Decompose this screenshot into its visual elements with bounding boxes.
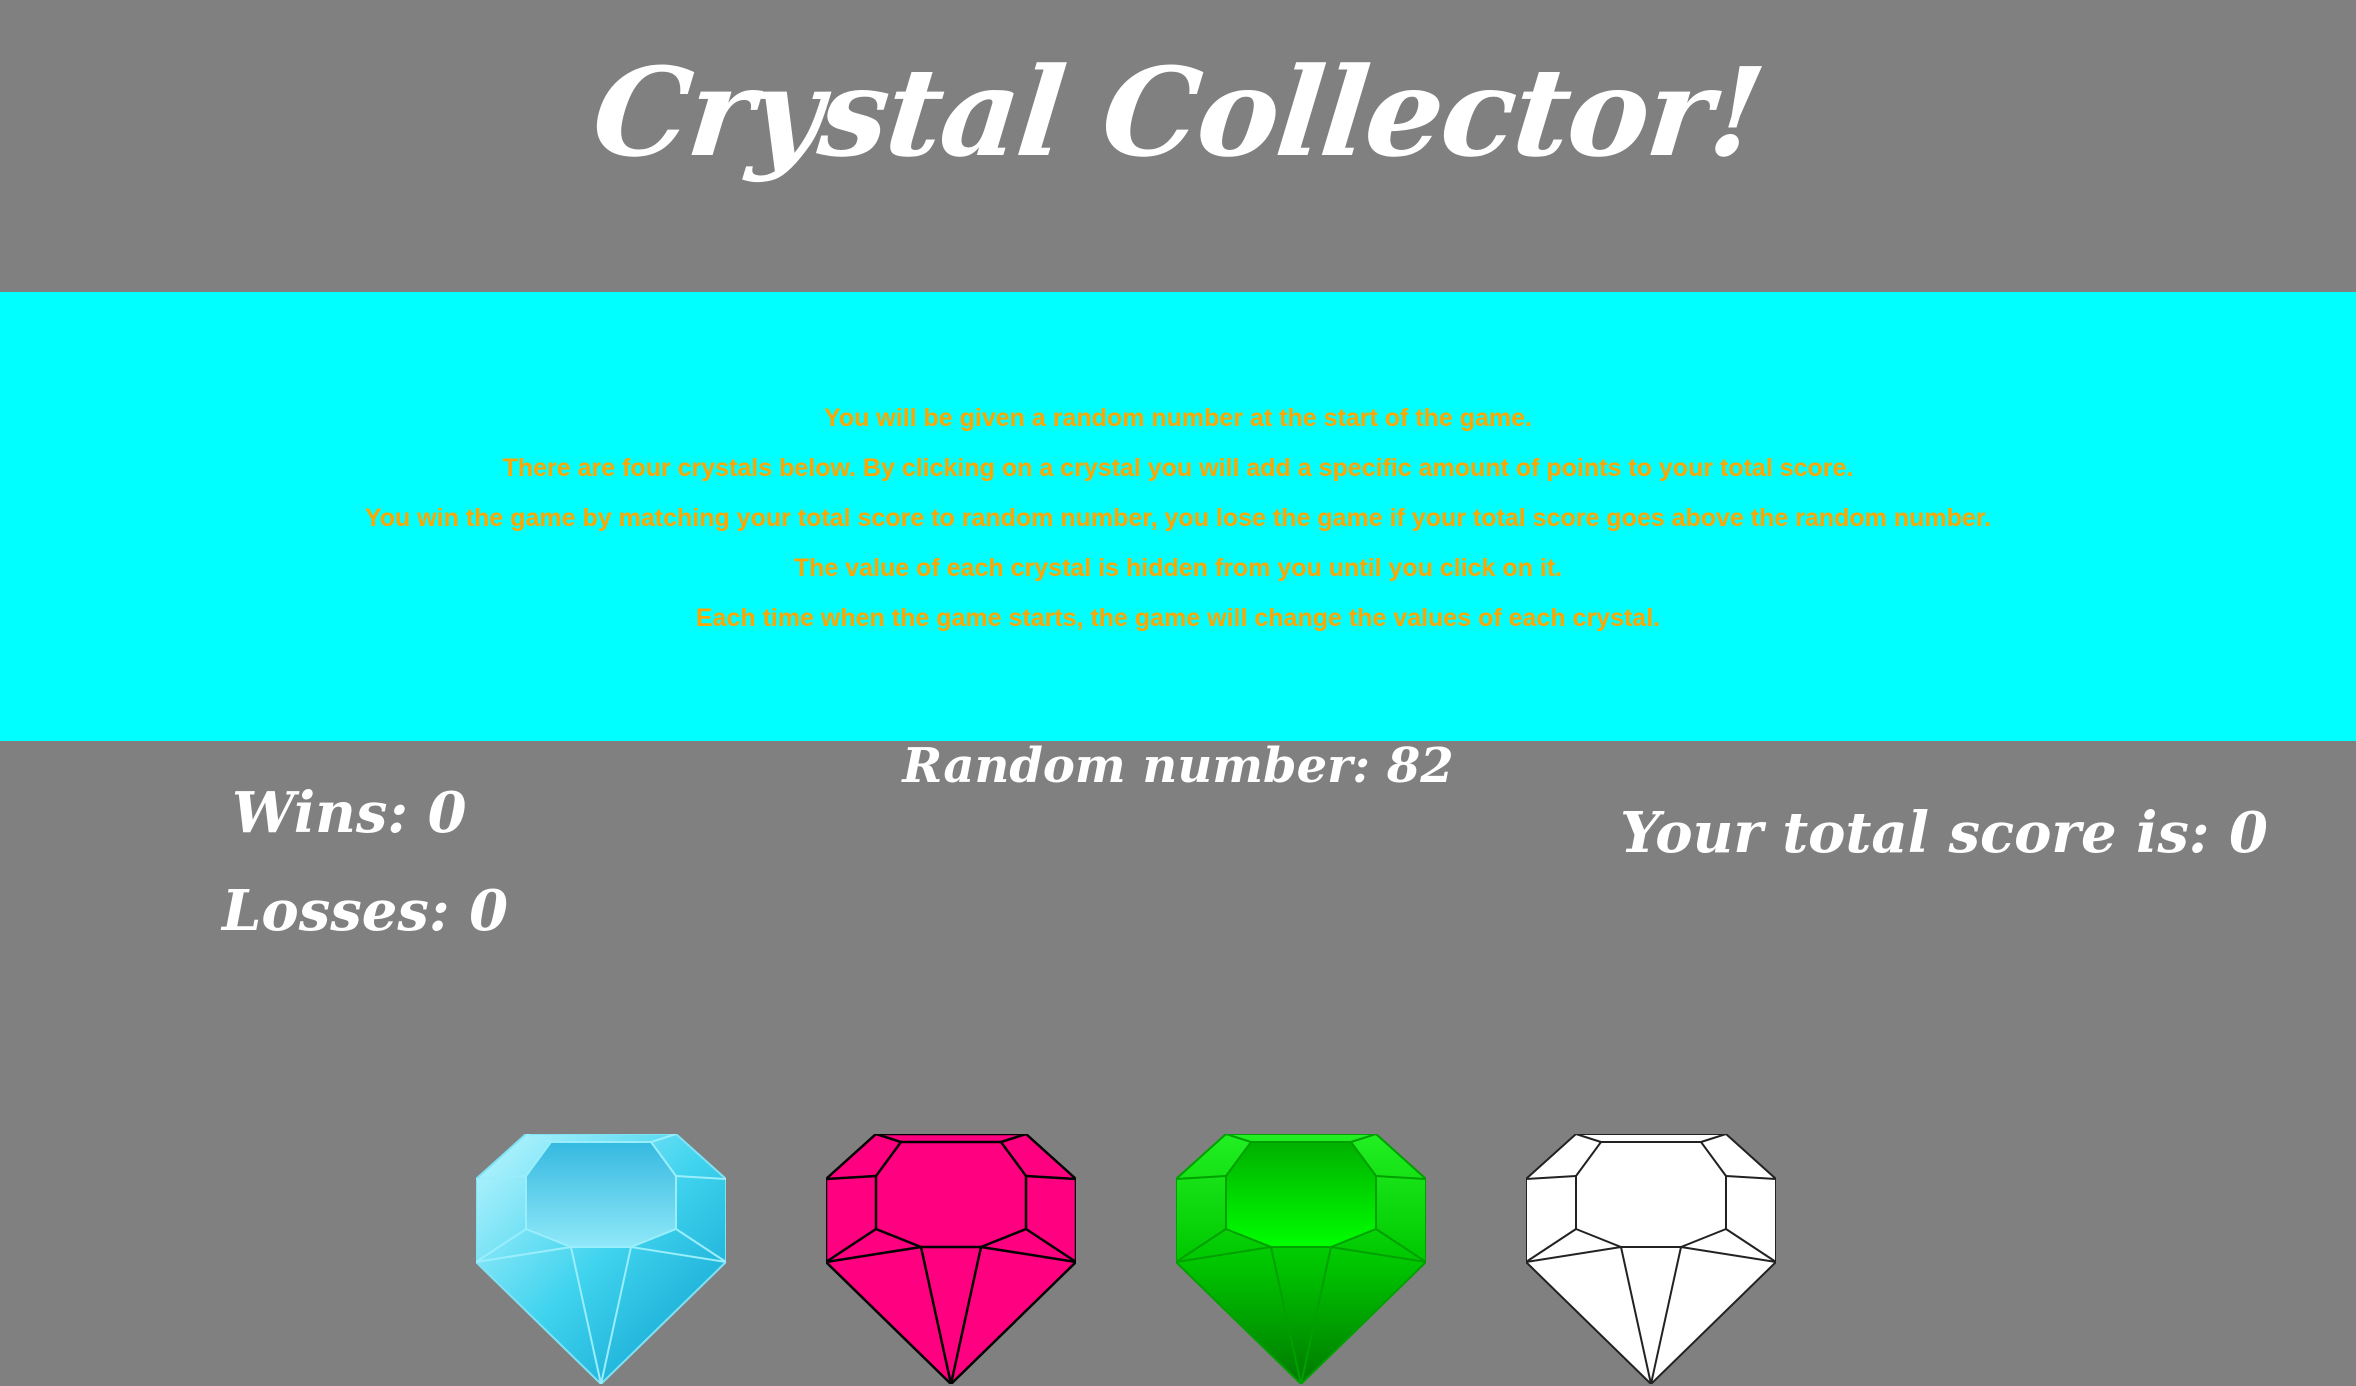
crystal-button-pink[interactable] bbox=[826, 1134, 1076, 1384]
instruction-line: You win the game by matching your total … bbox=[364, 504, 1992, 532]
blue-crystal-icon bbox=[476, 1134, 726, 1384]
instruction-line: The value of each crystal is hidden from… bbox=[793, 554, 1563, 582]
page-title: Crystal Collector! bbox=[586, 40, 1770, 184]
wins-value: 0 bbox=[427, 780, 467, 846]
total-score-display: Your total score is: 0 bbox=[1620, 800, 2268, 866]
losses-counter: Losses: 0 bbox=[222, 878, 508, 944]
random-number-value: 82 bbox=[1386, 738, 1454, 794]
instruction-line: You will be given a random number at the… bbox=[824, 404, 1532, 432]
instruction-line: Each time when the game starts, the game… bbox=[695, 604, 1661, 632]
instruction-line: There are four crystals below. By clicki… bbox=[502, 454, 1854, 482]
white-crystal-icon bbox=[1526, 1134, 1776, 1384]
losses-value: 0 bbox=[469, 878, 509, 944]
wins-counter: Wins: 0 bbox=[232, 780, 467, 846]
total-score-value: 0 bbox=[2229, 800, 2268, 866]
crystal-button-white[interactable] bbox=[1526, 1134, 1776, 1384]
instructions-text: You will be given a random number at the… bbox=[0, 393, 2356, 643]
random-number-label: Random number: bbox=[902, 738, 1387, 794]
crystal-button-blue[interactable] bbox=[476, 1134, 726, 1384]
losses-label: Losses: bbox=[222, 878, 470, 944]
green-crystal-icon bbox=[1176, 1134, 1426, 1384]
crystal-button-green[interactable] bbox=[1176, 1134, 1426, 1384]
pink-crystal-icon bbox=[826, 1134, 1076, 1384]
total-score-label: Your total score is: bbox=[1620, 800, 2230, 866]
wins-label: Wins: bbox=[232, 780, 428, 846]
